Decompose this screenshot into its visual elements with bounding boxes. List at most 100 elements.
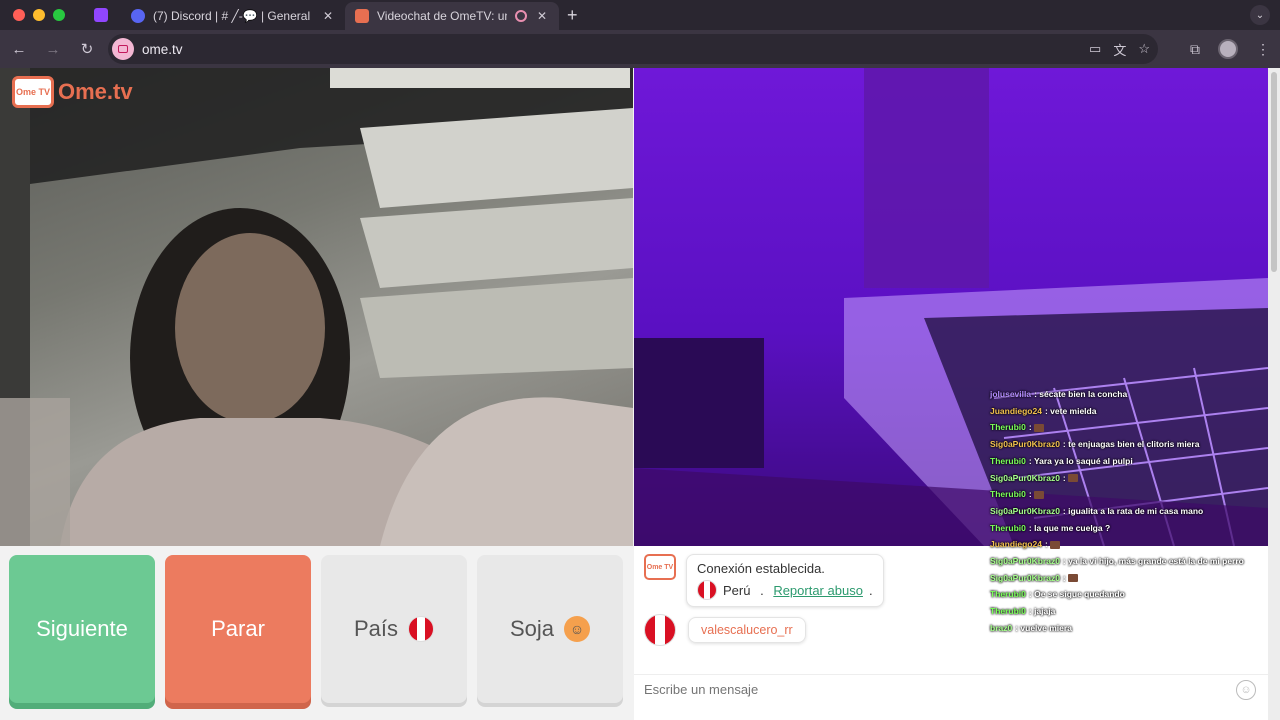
stream-chat-text: : igualita a la rata de mi casa mano <box>1062 505 1204 516</box>
reload-icon: ↻ <box>80 41 94 58</box>
peru-flag-icon <box>408 616 435 642</box>
stream-chat-line: jolusevilla: sécate bien la concha <box>990 386 1260 403</box>
stream-chat-user: Juandiego24 <box>990 405 1042 416</box>
maximize-window-button[interactable] <box>53 9 65 21</box>
stream-chat-line: Juandiego24: <box>990 536 1260 553</box>
url-text: ome.tv <box>142 41 183 57</box>
system-message: Ome TV Conexión establecida. Perú . Repo… <box>644 554 884 607</box>
stream-chat-line: Therubi0: la que me cuelga ? <box>990 520 1260 537</box>
stream-chat-line: Therubi0: Yara ya lo saqué al pulpi <box>990 453 1260 470</box>
stream-chat-overlay: jolusevilla: sécate bien la concha Juandi… <box>990 386 1260 637</box>
minimize-window-button[interactable] <box>33 9 45 21</box>
stream-chat-text: : te enjuagas bien el clitoris miera <box>1062 439 1200 450</box>
period: . <box>868 582 873 598</box>
country-button-label: País <box>353 616 399 641</box>
stop-button[interactable]: Parar <box>165 555 311 703</box>
stream-chat-user: Therubi0 <box>990 455 1026 466</box>
stream-chat-text: : sécate bien la concha <box>1034 389 1128 399</box>
stream-chat-line: Therubi0: <box>990 419 1260 436</box>
stream-chat-user: Therubi0 <box>990 589 1026 600</box>
new-tab-button[interactable]: + <box>567 5 578 26</box>
window-controls <box>13 9 65 21</box>
partner-message: valescalucero_rr <box>644 614 806 646</box>
stream-chat-user: Sig0aPur0Kbraz0 <box>990 439 1060 450</box>
country-button[interactable]: País <box>321 555 467 703</box>
tab-search-button[interactable]: ⌄ <box>1250 5 1270 25</box>
tab-pinned-twitch[interactable] <box>81 0 121 30</box>
ometv-logo: Ome TV Ome.tv <box>12 76 133 108</box>
tab-title: Videochat de OmeTV: una <box>377 9 507 23</box>
site-info-icon[interactable] <box>112 38 134 60</box>
stream-chat-user: Juandiego24 <box>990 539 1042 550</box>
stream-chat-user: Sig0aPur0Kbraz0 <box>990 472 1060 483</box>
close-tab-icon[interactable]: ✕ <box>535 9 549 23</box>
stream-chat-user: jolusevilla <box>990 389 1032 399</box>
close-window-button[interactable] <box>13 9 25 21</box>
stream-chat-line: braz0: vuelve miera <box>990 620 1260 637</box>
ometv-tv-icon: Ome TV <box>644 554 676 580</box>
stream-chat-text: : la que me cuelga ? <box>1028 522 1111 533</box>
back-button[interactable]: ← <box>4 34 34 64</box>
emote-icon <box>1068 574 1079 583</box>
stream-chat-user: Sig0aPur0Kbraz0 <box>990 556 1060 567</box>
stream-chat-text: : vete mielda <box>1044 405 1097 416</box>
stream-chat-user: Therubi0 <box>990 606 1026 617</box>
message-input[interactable] <box>644 682 1204 697</box>
message-input-bar: ☺ <box>634 674 1268 704</box>
stream-chat-line: Sig0aPur0Kbraz0: <box>990 470 1260 487</box>
cast-icon[interactable]: ▭ <box>1089 41 1101 57</box>
stream-chat-text: : ya la vi hijo, más grande está la de m… <box>1062 556 1244 567</box>
scrollbar-thumb[interactable] <box>1271 72 1277 272</box>
boy-face-icon: ☺ <box>564 616 591 642</box>
chevron-down-icon: ⌄ <box>1255 9 1265 21</box>
local-video: Ome TV Ome.tv <box>0 68 633 546</box>
bookmark-star-icon[interactable]: ☆ <box>1138 41 1150 57</box>
discord-icon <box>131 9 145 23</box>
tab-ometv[interactable]: Videochat de OmeTV: una ✕ <box>345 2 559 30</box>
tab-discord[interactable]: (7) Discord | # ╱-💬 | General ✕ <box>121 2 345 30</box>
stream-chat-text: : vuelve miera <box>1015 622 1072 633</box>
next-button-label: Siguiente <box>36 616 128 641</box>
stream-chat-user: Therubi0 <box>990 422 1026 433</box>
page-scrollbar[interactable] <box>1268 68 1280 720</box>
tab-strip: (7) Discord | # ╱-💬 | General ✕ Videocha… <box>0 0 1280 30</box>
next-button[interactable]: Siguiente <box>9 555 155 703</box>
partner-username: valescalucero_rr <box>688 617 806 643</box>
translate-icon[interactable]: 文 <box>1113 40 1126 59</box>
address-bar[interactable]: ome.tv ▭ 文 ☆ <box>108 34 1158 64</box>
close-tab-icon[interactable]: ✕ <box>321 9 335 23</box>
report-abuse-link[interactable]: Reportar abuso <box>773 583 863 598</box>
twitch-icon <box>94 8 108 22</box>
partner-country: Perú <box>723 582 751 598</box>
connection-bubble: Conexión establecida. Perú . Reportar ab… <box>686 554 884 607</box>
browser-toolbar: ← → ↻ ome.tv ▭ 文 ☆ ⧉ ⋮ <box>0 30 1280 68</box>
menu-kebab-icon[interactable]: ⋮ <box>1256 41 1270 58</box>
stream-chat-user: braz0 <box>990 622 1013 633</box>
peru-flag-icon <box>644 614 676 646</box>
ometv-icon <box>355 9 369 23</box>
stream-chat-line: Therubi0: jajaja <box>990 603 1260 620</box>
control-buttons: Siguiente Parar País Soja ☺ <box>9 555 623 703</box>
logo-wordmark: Ome.tv <box>58 79 133 104</box>
omnibox-actions: ▭ 文 ☆ <box>1089 34 1150 64</box>
stream-chat-user: Sig0aPur0Kbraz0 <box>990 505 1060 516</box>
stream-chat-user: Therubi0 <box>990 489 1026 500</box>
stream-chat-line: Sig0aPur0Kbraz0: <box>990 570 1260 587</box>
gender-button[interactable]: Soja ☺ <box>477 555 623 703</box>
peru-flag-icon <box>697 580 717 600</box>
arrow-left-icon: ← <box>11 40 27 58</box>
emote-icon <box>1050 541 1061 550</box>
stream-chat-text: : jajaja <box>1028 606 1056 617</box>
toolbar-right: ⧉ ⋮ <box>1190 34 1270 64</box>
tab-title: (7) Discord | # ╱-💬 | General <box>153 9 311 23</box>
reload-button[interactable]: ↻ <box>72 34 102 64</box>
profile-avatar[interactable] <box>1218 39 1238 59</box>
stream-chat-line: Therubi0: <box>990 486 1260 503</box>
extensions-icon[interactable]: ⧉ <box>1190 41 1200 58</box>
forward-button[interactable]: → <box>38 34 68 64</box>
stream-chat-line: Sig0aPur0Kbraz0: igualita a la rata de m… <box>990 503 1260 520</box>
separator: . <box>756 582 768 598</box>
stream-chat-line: Therubi0: Oe se sigue quedando <box>990 586 1260 603</box>
emoji-icon[interactable]: ☺ <box>1236 680 1256 700</box>
stream-chat-line: Sig0aPur0Kbraz0: te enjuagas bien el cli… <box>990 436 1260 453</box>
